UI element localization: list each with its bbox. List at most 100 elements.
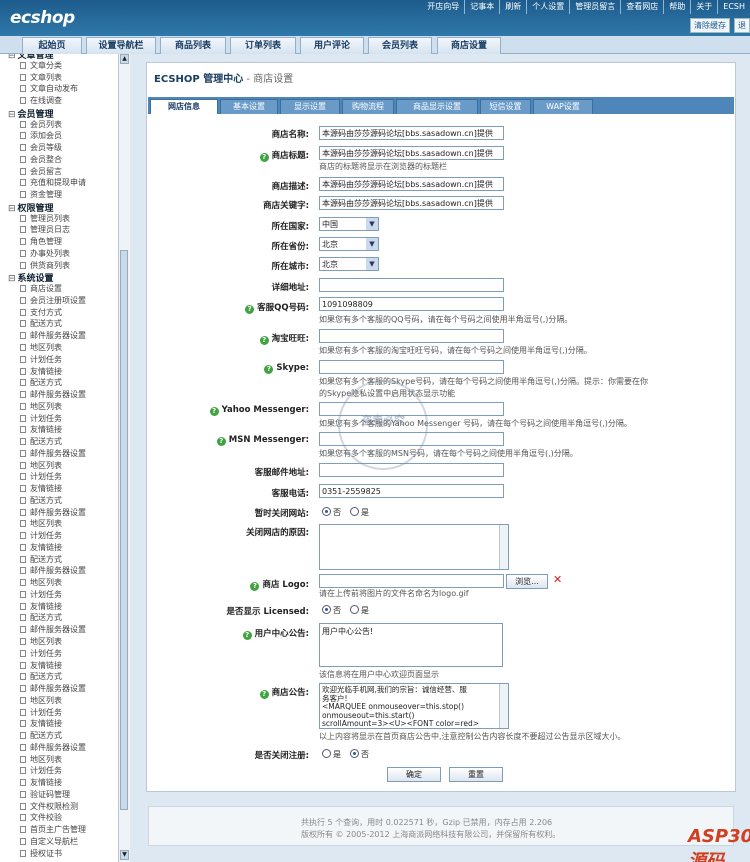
user-notice-textarea[interactable]: 用户中心公告! [319, 623, 503, 667]
sidebar-item[interactable]: 授权证书 [20, 848, 62, 859]
clear-cache-button[interactable]: 清除缓存 [690, 18, 730, 33]
settings-tab[interactable]: 短信设置 [480, 99, 531, 114]
sidebar-item[interactable]: 友情链接 [20, 660, 62, 671]
sidebar-item[interactable]: 邮件服务器设置 [20, 565, 86, 576]
sidebar-item[interactable]: 邮件服务器设置 [20, 683, 86, 694]
sidebar-item[interactable]: 地区列表 [20, 401, 62, 412]
submit-button[interactable]: 确定 [387, 767, 441, 782]
top-link[interactable]: 管理员留言 [569, 0, 620, 14]
top-link[interactable]: 帮助 [663, 0, 690, 14]
settings-tab[interactable]: 网店信息 [150, 99, 218, 114]
reset-button[interactable]: 重置 [449, 767, 503, 782]
shop-notice-textarea[interactable]: 欢迎光临手机网,我们的宗旨：诚信经营、服 务客户! <MARQUEE onmou… [319, 683, 509, 729]
sidebar-item[interactable]: 供货商列表 [20, 260, 70, 271]
main-nav-tab[interactable]: 起始页 [22, 37, 82, 54]
sidebar-item[interactable]: 邮件服务器设置 [20, 389, 86, 400]
sidebar-item[interactable]: 计划任务 [20, 530, 62, 541]
sidebar-item[interactable]: 友情链接 [20, 542, 62, 553]
top-link[interactable]: 个人设置 [526, 0, 569, 14]
country-select[interactable]: 中国 [319, 217, 379, 231]
delete-icon[interactable]: ✕ [553, 573, 562, 586]
sidebar-item[interactable]: 配送方式 [20, 377, 62, 388]
sidebar-item[interactable]: 友情链接 [20, 718, 62, 729]
logout-button[interactable]: 退 [734, 18, 750, 33]
sidebar-item[interactable]: 会员列表 [20, 119, 62, 130]
city-select[interactable]: 北京 [319, 257, 379, 271]
top-link[interactable]: ECSH [717, 0, 750, 14]
sidebar-item[interactable]: 计划任务 [20, 648, 62, 659]
sidebar-item[interactable]: 地区列表 [20, 342, 62, 353]
sidebar-item[interactable]: 计划任务 [20, 471, 62, 482]
shop-title-input[interactable]: 本源码由莎莎源码论坛[bbs.sasadown.cn]提供 [319, 146, 504, 160]
province-select[interactable]: 北京 [319, 237, 379, 251]
help-icon[interactable]: ? [250, 582, 260, 591]
sidebar-item[interactable]: 添加会员 [20, 130, 62, 141]
sidebar-item[interactable]: 计划任务 [20, 354, 62, 365]
help-icon[interactable]: ? [259, 153, 269, 162]
scroll-up-icon[interactable]: ▲ [120, 54, 129, 64]
closed-yes-radio[interactable]: 是 [350, 507, 369, 518]
sidebar-item[interactable]: 配送方式 [20, 612, 62, 623]
sidebar-item[interactable]: 友情链接 [20, 366, 62, 377]
reg-closed-no-radio[interactable]: 否 [350, 749, 369, 760]
sidebar-item[interactable]: 友情链接 [20, 483, 62, 494]
sidebar-item[interactable]: 配送方式 [20, 436, 62, 447]
sidebar-item[interactable]: 友情链接 [20, 777, 62, 788]
sidebar-item[interactable]: 计划任务 [20, 413, 62, 424]
sidebar-item[interactable]: 地区列表 [20, 754, 62, 765]
sidebar-item[interactable]: 充值和提现申请 [20, 177, 86, 188]
top-link[interactable]: 记事本 [464, 0, 499, 14]
licensed-no-radio[interactable]: 否 [322, 605, 341, 616]
sidebar-item[interactable]: 邮件服务器设置 [20, 507, 86, 518]
settings-tab[interactable]: 显示设置 [280, 99, 340, 114]
sidebar-item[interactable]: 管理员列表 [20, 213, 70, 224]
settings-tab[interactable]: 商品显示设置 [396, 99, 478, 114]
sidebar-item[interactable]: 文章分类 [20, 60, 62, 71]
ecshop-logo[interactable]: ecshop [10, 8, 75, 28]
sidebar-item[interactable]: 资金管理 [20, 189, 62, 200]
sidebar-item[interactable]: 地区列表 [20, 695, 62, 706]
top-link[interactable]: 开店向导 [422, 0, 464, 14]
sidebar-item[interactable]: 办事处列表 [20, 248, 70, 259]
skype-input[interactable] [319, 360, 504, 374]
address-input[interactable] [319, 278, 504, 292]
sidebar-item[interactable]: 会员留言 [20, 166, 62, 177]
sidebar-item[interactable]: 首页主广告管理 [20, 824, 86, 835]
sidebar-item[interactable]: 文章列表 [20, 72, 62, 83]
email-input[interactable] [319, 463, 504, 477]
sidebar-item[interactable]: 邮件服务器设置 [20, 742, 86, 753]
top-link[interactable]: 查看网店 [620, 0, 663, 14]
sidebar-item[interactable]: 配送方式 [20, 554, 62, 565]
sidebar-item[interactable]: 邮件服务器设置 [20, 448, 86, 459]
main-nav-tab[interactable]: 订单列表 [230, 37, 296, 54]
settings-tab[interactable]: 基本设置 [220, 99, 278, 114]
shop-name-input[interactable]: 本源码由莎莎源码论坛[bbs.sasadown.cn]提供 [319, 126, 504, 140]
textarea-scrollbar[interactable] [499, 684, 508, 728]
help-icon[interactable]: ? [264, 365, 274, 374]
help-icon[interactable]: ? [259, 336, 269, 345]
sidebar-item[interactable]: 计划任务 [20, 707, 62, 718]
sidebar-item[interactable]: 文件权限检测 [20, 801, 78, 812]
sidebar-item[interactable]: 自定义导航栏 [20, 836, 78, 847]
browse-button[interactable]: 浏览... [506, 574, 548, 589]
help-icon[interactable]: ? [216, 437, 226, 446]
sidebar-item[interactable]: 友情链接 [20, 424, 62, 435]
closed-no-radio[interactable]: 否 [322, 507, 341, 518]
sidebar-item[interactable]: 邮件服务器设置 [20, 330, 86, 341]
top-link[interactable]: 刷新 [499, 0, 526, 14]
sidebar-item[interactable]: 友情链接 [20, 601, 62, 612]
main-nav-tab[interactable]: 设置导航栏 [86, 37, 156, 54]
ww-input[interactable] [319, 329, 504, 343]
sidebar-item[interactable]: 验证码管理 [20, 789, 70, 800]
main-nav-tab[interactable]: 商店设置 [437, 37, 501, 54]
reg-closed-yes-radio[interactable]: 是 [322, 749, 341, 760]
help-icon[interactable]: ? [242, 631, 252, 640]
settings-tab[interactable]: WAP设置 [533, 99, 593, 114]
sidebar-item[interactable]: 计划任务 [20, 589, 62, 600]
shop-desc-input[interactable]: 本源码由莎莎源码论坛[bbs.sasadown.cn]提供 [319, 177, 504, 191]
main-nav-tab[interactable]: 用户评论 [300, 37, 364, 54]
sidebar-item[interactable]: 配送方式 [20, 730, 62, 741]
sidebar-item[interactable]: 支付方式 [20, 307, 62, 318]
licensed-yes-radio[interactable]: 是 [350, 605, 369, 616]
sidebar-item[interactable]: 商店设置 [20, 283, 62, 294]
